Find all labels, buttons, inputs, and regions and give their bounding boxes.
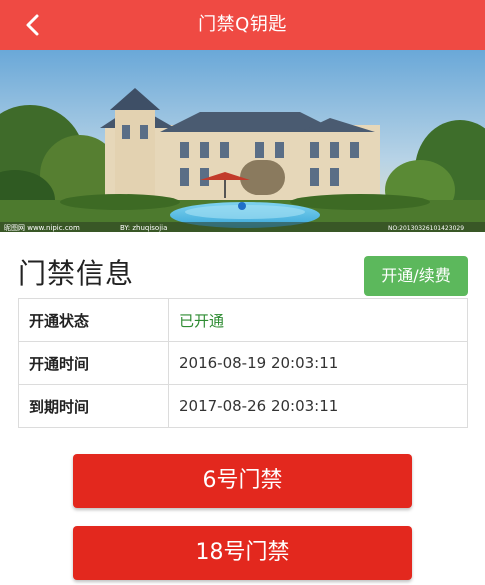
page-title: 门禁Q钥匙 (198, 14, 287, 35)
top-nav-bar: 门禁Q钥匙 (0, 0, 485, 50)
watermark-mid: BY: zhuqisojia (120, 224, 167, 232)
expire-time-label: 到期时间 (18, 384, 169, 428)
door-6-button[interactable]: 6号门禁 (73, 454, 412, 508)
renew-button[interactable]: 开通/续费 (364, 256, 468, 296)
section-title: 门禁信息 (18, 257, 135, 290)
villa-banner-image: 昵图网 www.nipic.com BY: zhuqisojia NO:2013… (0, 50, 485, 232)
access-info-table: 开通状态 已开通 开通时间 2016-08-19 20:03:11 到期时间 2… (18, 298, 468, 428)
expire-time-value: 2017-08-26 20:03:11 (168, 384, 468, 428)
open-time-label: 开通时间 (18, 341, 169, 385)
status-label: 开通状态 (18, 298, 169, 342)
table-row: 开通时间 2016-08-19 20:03:11 (18, 341, 468, 385)
watermark-right: NO:20130326101423029 (388, 225, 464, 232)
watermark-left: 昵图网 www.nipic.com (4, 224, 80, 232)
table-row: 到期时间 2017-08-26 20:03:11 (18, 384, 468, 428)
open-time-value: 2016-08-19 20:03:11 (168, 341, 468, 385)
table-row: 开通状态 已开通 (18, 298, 468, 342)
status-value: 已开通 (168, 298, 468, 342)
door-18-button[interactable]: 18号门禁 (73, 526, 412, 580)
